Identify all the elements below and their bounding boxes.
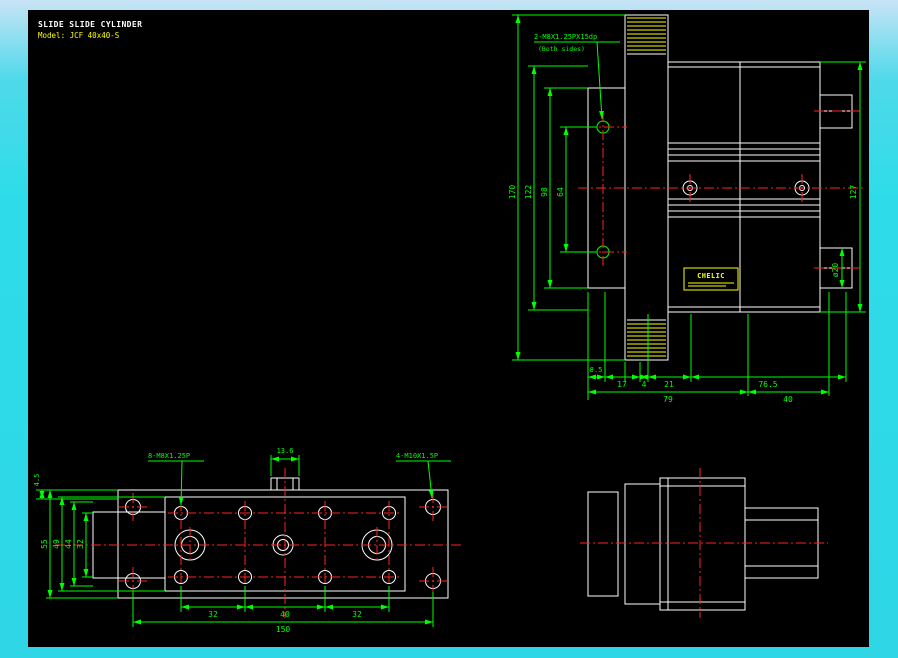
dim-76-5-label: 76.5: [758, 380, 777, 389]
dim-170-label: 170: [508, 185, 517, 200]
dim-127-label: 127: [849, 185, 858, 200]
dim-55-label: 55: [40, 539, 49, 549]
dim-40-label: 40: [280, 610, 290, 619]
drawing-title: SLIDE SLIDE CYLINDER: [38, 20, 142, 29]
dim-4-label: 4: [642, 380, 647, 389]
dim-8-5-label: 8.5: [590, 366, 603, 374]
dim-122-label: 122: [524, 185, 533, 200]
thread-callout-label: 2-M8X1.25PX15dp: [534, 33, 597, 41]
brand-label-text: CHELIC: [697, 272, 725, 280]
dim-49-label: 49: [52, 539, 61, 549]
dim-79-label: 79: [663, 395, 673, 404]
dim-32a-label: 32: [208, 610, 218, 619]
dim-4-5-label: 4.5: [33, 474, 41, 487]
dim-17-label: 17: [617, 380, 627, 389]
dim-21-label: 21: [664, 380, 674, 389]
thread-callout-note: (Both sides): [538, 45, 585, 53]
m8-callout-label: 8-M8X1.25P: [148, 452, 190, 460]
dim-150-label: 150: [276, 625, 291, 634]
dim-40-label: 40: [783, 395, 793, 404]
model-label: Model: JCF 40x40-S: [38, 31, 120, 40]
dim-64-label: 64: [556, 187, 565, 197]
m10-callout-label: 4-M10X1.5P: [396, 452, 438, 460]
dim-rod-dia-label: ø20: [831, 263, 840, 278]
dim-32b-label: 32: [352, 610, 362, 619]
dim-32-left-label: 32: [76, 539, 85, 549]
dim-44-label: 44: [64, 539, 73, 549]
dim-13-6-label: 13.6: [277, 447, 294, 455]
dim-98-label: 98: [540, 187, 549, 197]
cad-screenshot: SLIDE SLIDE CYLINDER Model: JCF 40x40-S: [0, 0, 898, 658]
